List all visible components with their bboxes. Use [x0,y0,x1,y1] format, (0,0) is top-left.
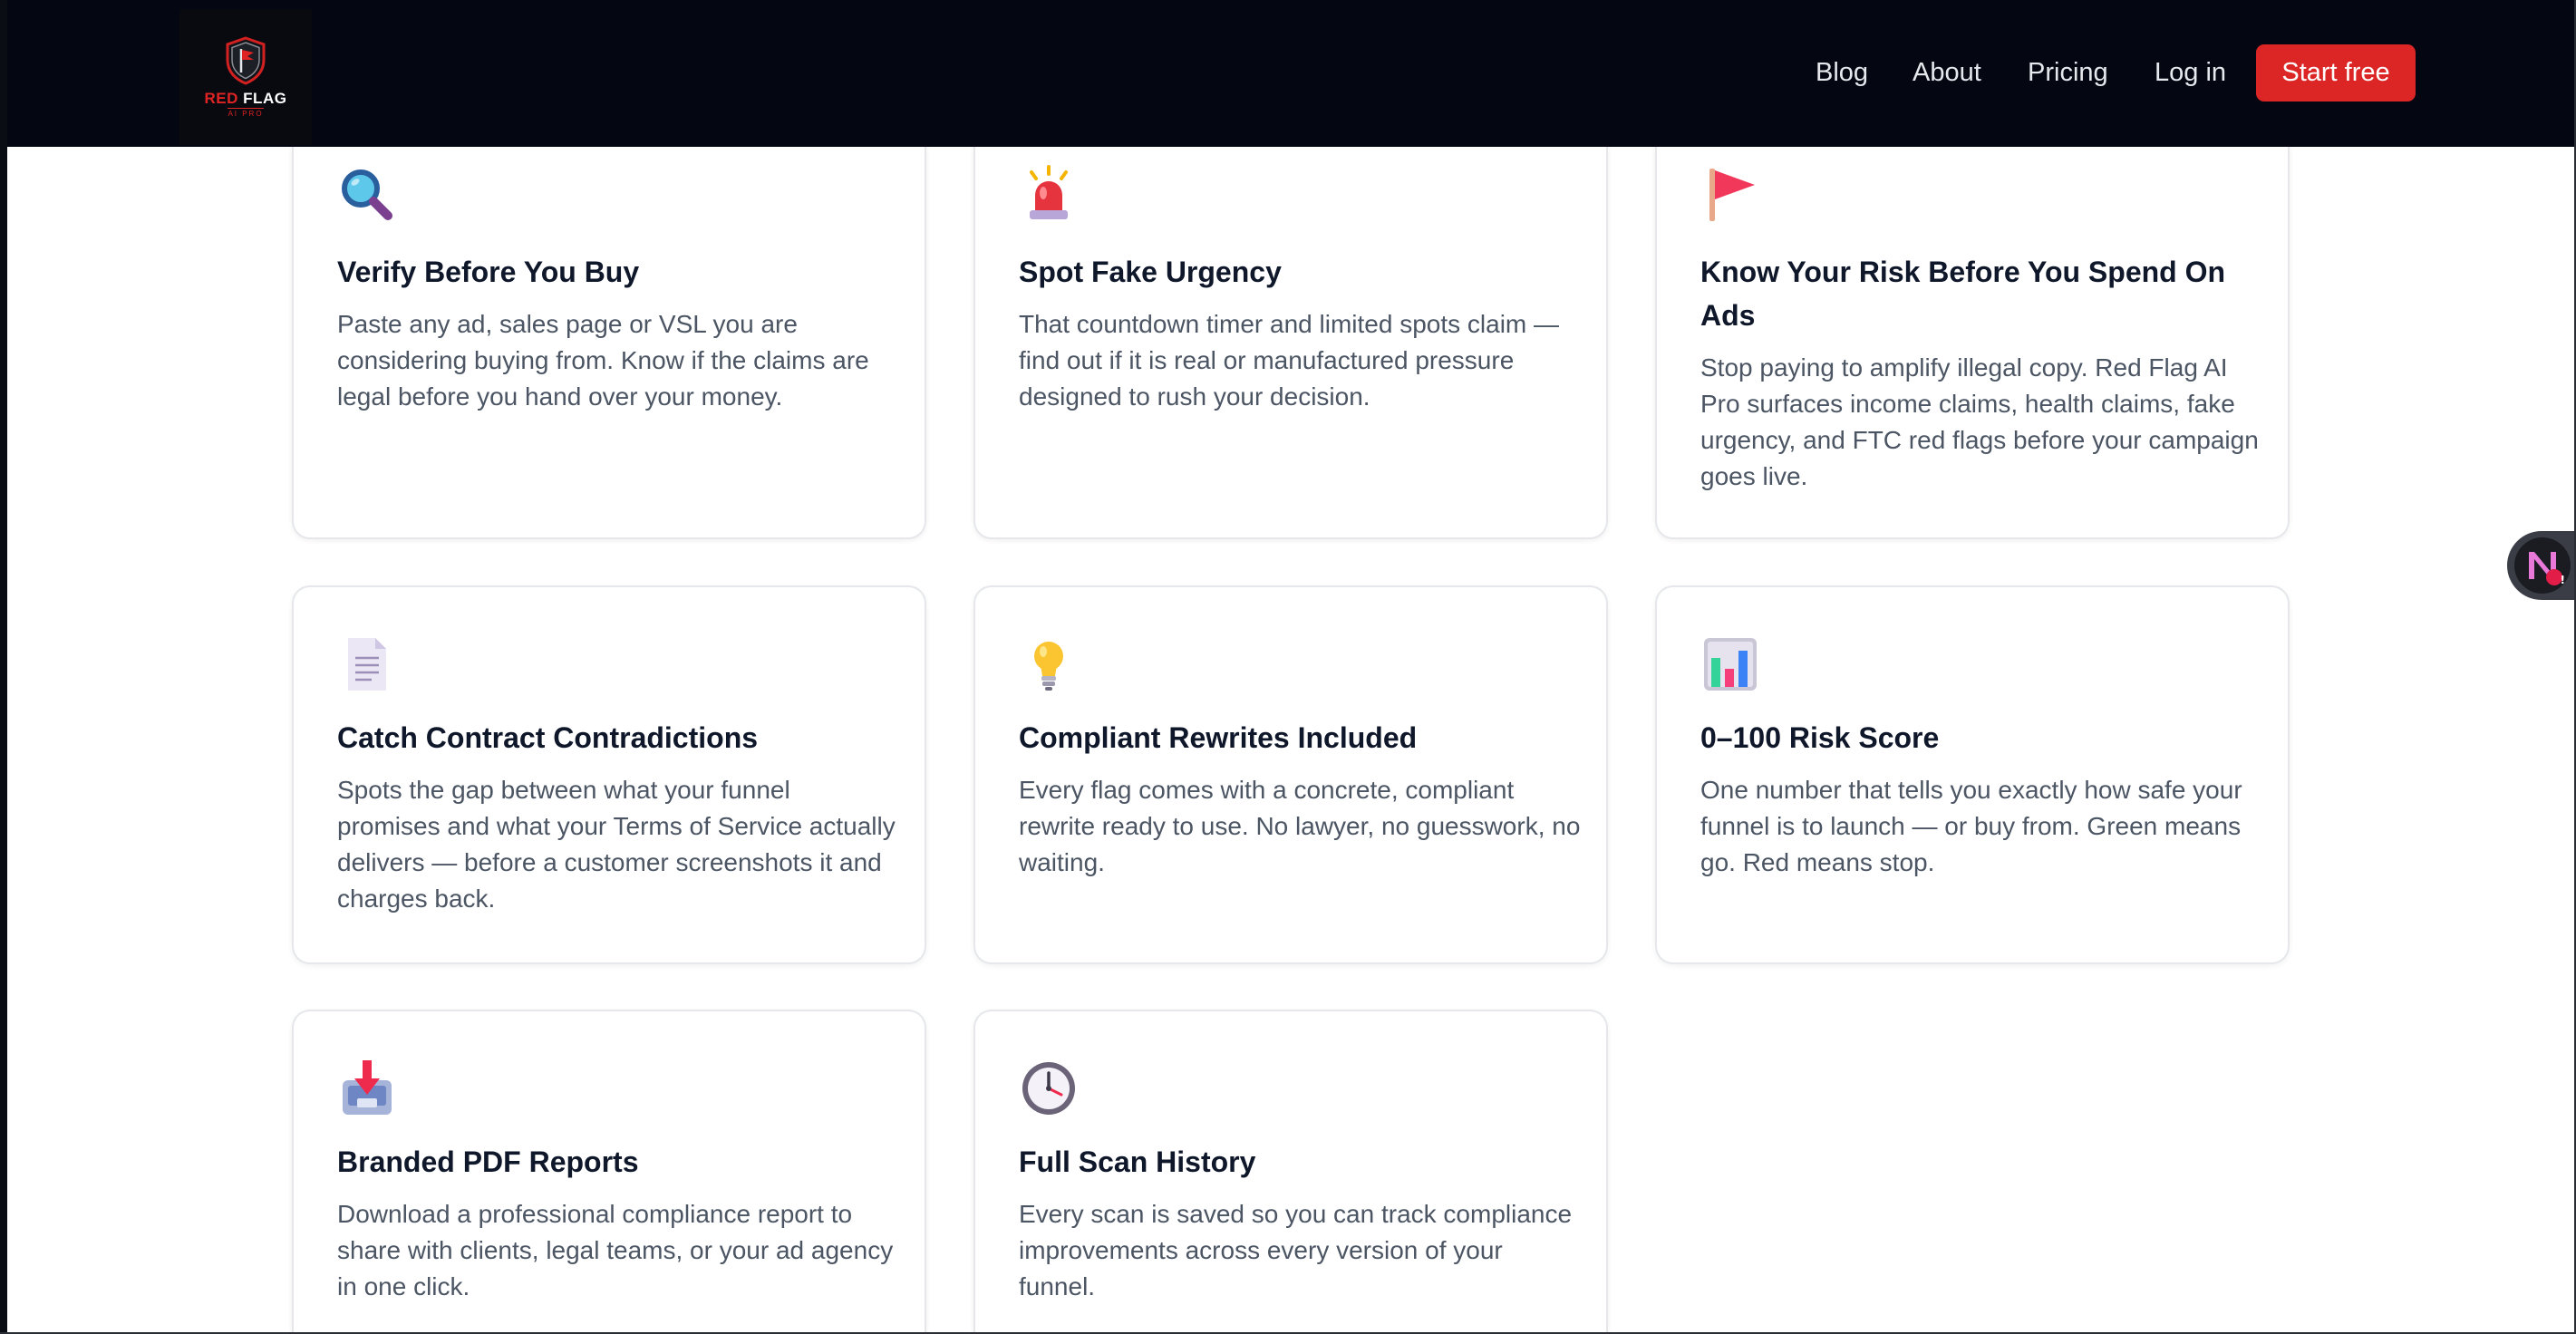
siren-light-icon [1019,165,1079,225]
feature-card-risk: Know Your Risk Before You Spend On Ads S… [1655,91,2290,539]
nav-about-link[interactable]: About [1913,44,1981,102]
feature-description: That countdown timer and limited spots c… [1019,310,1560,411]
inbox-download-icon [337,1058,397,1118]
site-header: RED FLAG AI PRO Blog About Pricing Log i… [7,0,2574,147]
magnifying-glass-icon [337,165,397,225]
feature-title: Compliant Rewrites Included [1019,721,1418,754]
bar-chart-icon [1700,634,1760,694]
feature-card-verify: Verify Before You Buy Paste any ad, sale… [292,91,926,539]
extension-badge: ! [2560,574,2565,586]
logo-wordmark: RED FLAG [204,90,287,107]
feature-card-contracts: Catch Contract Contradictions Spots the … [292,585,926,964]
feature-card-risk-score: 0–100 Risk Score One number that tells y… [1655,585,2290,964]
feature-description: One number that tells you exactly how sa… [1700,776,2242,876]
shield-flag-logo-icon [226,36,266,85]
nav-pricing-link[interactable]: Pricing [2028,44,2108,102]
feature-card-pdf-reports: Branded PDF Reports Download a professio… [292,1010,926,1334]
feature-description: Stop paying to amplify illegal copy. Red… [1700,353,2259,490]
feature-description: Every scan is saved so you can track com… [1019,1200,1573,1300]
start-free-button[interactable]: Start free [2256,44,2416,102]
feature-description: Every flag comes with a concrete, compli… [1019,776,1581,876]
nav-login-link[interactable]: Log in [2155,44,2226,102]
extension-widget[interactable]: ! [2507,531,2576,600]
feature-title: Branded PDF Reports [337,1146,639,1178]
clock-icon [1019,1058,1079,1118]
document-icon [337,634,397,694]
feature-card-scan-history: Full Scan History Every scan is saved so… [973,1010,1608,1334]
window-frame-left [0,0,7,1334]
triangular-flag-icon [1700,165,1760,225]
logo[interactable]: RED FLAG AI PRO [179,9,312,145]
feature-title: 0–100 Risk Score [1700,721,1940,754]
feature-title: Full Scan History [1019,1146,1256,1178]
nav-blog-link[interactable]: Blog [1816,44,1868,102]
feature-title: Spot Fake Urgency [1019,256,1282,288]
page: RED FLAG AI PRO Blog About Pricing Log i… [0,0,2576,1334]
feature-card-urgency: Spot Fake Urgency That countdown timer a… [973,91,1608,539]
extension-n-icon: ! [2514,537,2571,594]
feature-title: Catch Contract Contradictions [337,721,759,754]
feature-card-rewrites: Compliant Rewrites Included Every flag c… [973,585,1608,964]
feature-description: Spots the gap between what your funnel p… [337,776,896,913]
feature-description: Paste any ad, sales page or VSL you are … [337,310,869,411]
feature-description: Download a professional compliance repor… [337,1200,894,1300]
feature-title: Know Your Risk Before You Spend On Ads [1700,256,2226,332]
logo-subtitle: AI PRO [228,108,264,118]
feature-title: Verify Before You Buy [337,256,640,288]
light-bulb-icon [1019,634,1079,694]
